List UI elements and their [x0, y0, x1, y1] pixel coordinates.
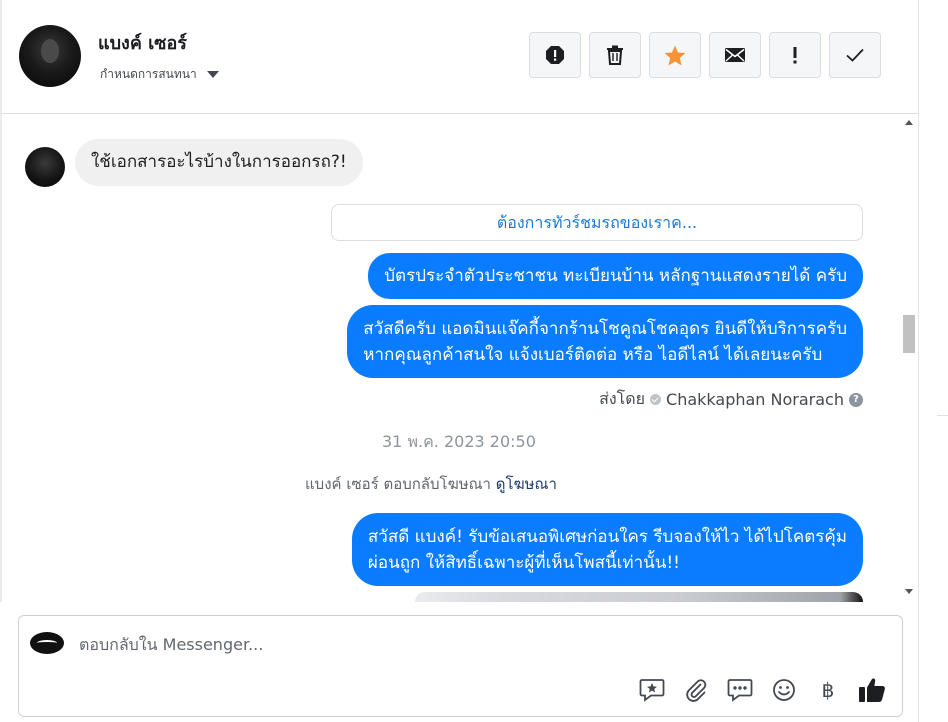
image-attachment[interactable] — [415, 592, 863, 602]
saved-reply-button[interactable] — [636, 674, 668, 706]
scroll-up-arrow-icon[interactable] — [905, 120, 913, 125]
caret-down-icon — [206, 71, 219, 78]
message-line: หากคุณลูกค้าสนใจ แจ้งเบอร์ติดต่อ หรือ ไอ… — [363, 345, 823, 365]
header-actions — [529, 32, 881, 78]
chat-dots-icon — [727, 679, 753, 702]
thumbs-up-icon — [859, 678, 885, 702]
follow-up-button[interactable] — [769, 32, 821, 78]
help-icon[interactable]: ? — [849, 392, 863, 407]
quick-reply-button[interactable]: ต้องการทัวร์ชมรถของเราค... — [331, 204, 863, 241]
emoji-button[interactable] — [768, 674, 800, 706]
outgoing-message: สวัสดี แบงค์! รับข้อเสนอพิเศษก่อนใคร รีบ… — [351, 513, 863, 586]
octagon-alert-icon — [546, 46, 564, 64]
mark-done-button[interactable] — [829, 32, 881, 78]
like-button[interactable] — [856, 674, 888, 706]
star-icon — [664, 45, 686, 65]
assign-conversation-dropdown[interactable]: กำหนดการสนทนา — [100, 65, 219, 84]
ad-reply-text: แบงค์ เซอร์ ตอบกลับโฆษณา — [305, 475, 491, 493]
trash-icon — [607, 45, 623, 65]
delete-button[interactable] — [589, 32, 641, 78]
message-line: สวัสดีครับ แอดมินแจ๊คกี้จากร้านโชคูณโชคอ… — [363, 319, 847, 339]
smiley-icon — [773, 679, 795, 701]
page-logo-icon — [30, 632, 64, 654]
verified-check-icon — [650, 394, 662, 405]
thread-scrollbar[interactable] — [900, 114, 918, 602]
assign-label: กำหนดการสนทนา — [100, 67, 197, 81]
chat-star-icon — [639, 679, 665, 702]
conversation-header: แบงค์ เซอร์ กำหนดการสนทนา — [0, 0, 918, 114]
message-timestamp: 31 พ.ค. 2023 20:50 — [382, 432, 536, 451]
envelope-icon — [725, 48, 745, 62]
sent-by-name: Chakkaphan Norarach — [666, 390, 844, 409]
composer-tools: ฿ — [636, 674, 888, 706]
ad-reply-notice: แบงค์ เซอร์ ตอบกลับโฆษณา ดูโฆษณา — [305, 472, 557, 496]
scroll-down-arrow-icon[interactable] — [905, 589, 913, 594]
contact-avatar[interactable] — [19, 25, 81, 87]
outgoing-message: บัตรประจำตัวประชาชน ทะเบียนบ้าน หลักฐานแ… — [368, 253, 863, 299]
outgoing-message: สวัสดีครับ แอดมินแจ๊คกี้จากร้านโชคูณโชคอ… — [347, 305, 863, 378]
attach-button[interactable] — [680, 674, 712, 706]
message-line: ผ่อนถูก ให้สิทธิ์เฉพาะผู้ที่เห็นโพสนี้เท… — [367, 553, 680, 573]
checkmark-icon — [846, 48, 864, 62]
incoming-message: ใช้เอกสารอะไรบ้างในการออกรถ?! — [75, 139, 363, 186]
message-line: สวัสดี แบงค์! รับข้อเสนอพิเศษก่อนใคร รีบ… — [367, 527, 847, 547]
message-composer: ฿ — [18, 615, 903, 717]
paperclip-icon — [686, 679, 707, 702]
mark-unread-button[interactable] — [709, 32, 761, 78]
sent-by-info: ส่งโดย Chakkaphan Norarach ? — [599, 387, 863, 412]
conversation-panel: แบงค์ เซอร์ กำหนดการสนทนา ใช้เอกสารอะไรบ… — [0, 0, 918, 722]
scrollbar-thumb[interactable] — [903, 315, 915, 353]
star-button[interactable] — [649, 32, 701, 78]
payment-button[interactable]: ฿ — [812, 674, 844, 706]
page-edge — [918, 0, 948, 722]
contact-name[interactable]: แบงค์ เซอร์ — [98, 28, 187, 57]
contact-avatar-small — [25, 147, 65, 187]
spam-button[interactable] — [529, 32, 581, 78]
view-ad-link[interactable]: ดูโฆษณา — [496, 475, 557, 493]
sent-by-label: ส่งโดย — [599, 389, 646, 408]
reply-input[interactable] — [79, 633, 679, 655]
baht-icon: ฿ — [821, 678, 835, 702]
exclamation-icon — [793, 47, 797, 64]
message-template-button[interactable] — [724, 674, 756, 706]
